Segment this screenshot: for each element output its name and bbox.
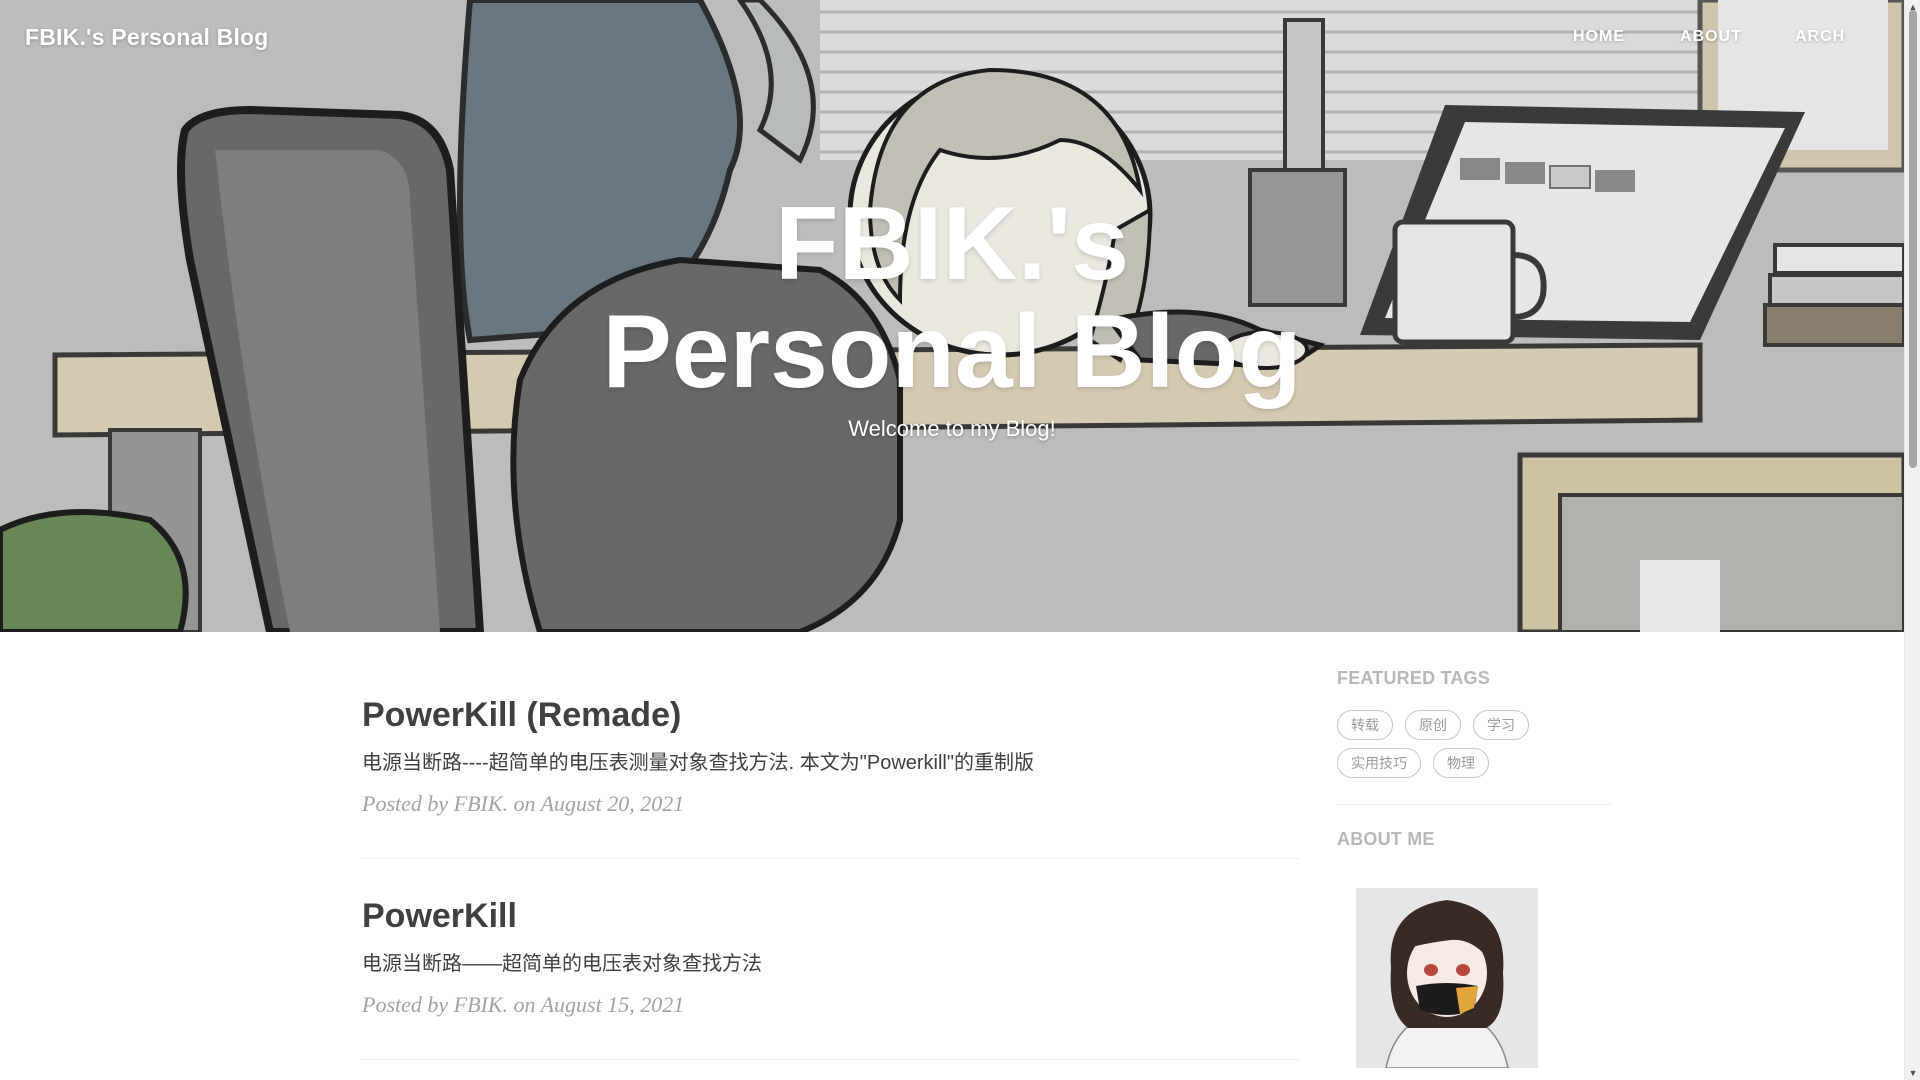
- avatar-illustration: [1356, 888, 1538, 1068]
- featured-tags-heading: FEATURED TAGS: [1337, 668, 1490, 688]
- tag-link[interactable]: 学习: [1473, 710, 1529, 740]
- post-meta: Posted by FBIK. on August 15, 2021: [362, 992, 685, 1017]
- post-preview: PowerKill (Remade) 电源当断路----超简单的电压表测量对象查…: [362, 660, 1300, 859]
- hero-header: FBIK.'s Personal Blog HOME ABOUT ARCH FB…: [0, 0, 1904, 632]
- about-me-heading: ABOUT ME: [1337, 829, 1435, 849]
- nav-archive-link[interactable]: ARCH: [1795, 28, 1845, 46]
- nav-about-link[interactable]: ABOUT: [1680, 28, 1742, 46]
- nav-home-link[interactable]: HOME: [1573, 28, 1625, 46]
- post-meta: Posted by FBIK. on August 20, 2021: [362, 791, 685, 816]
- site-title: FBIK.'s Personal Blog: [602, 186, 1302, 410]
- scroll-down-arrow-icon[interactable]: ▼: [1905, 1066, 1920, 1080]
- scrollbar-thumb[interactable]: [1909, 10, 1917, 468]
- post-title-link[interactable]: PowerKill: [362, 896, 1300, 936]
- post-excerpt: 电源当断路----超简单的电压表测量对象查找方法. 本文为"Powerkill"…: [362, 752, 1034, 774]
- site-subtitle: Welcome to my Blog!: [848, 416, 1056, 441]
- post-list: PowerKill (Remade) 电源当断路----超简单的电压表测量对象查…: [362, 660, 1300, 1060]
- tag-link[interactable]: 实用技巧: [1337, 748, 1421, 778]
- page-scrollbar[interactable]: ▲ ▼: [1904, 0, 1920, 1080]
- site-heading: FBIK.'s Personal Blog Welcome to my Blog…: [0, 190, 1904, 442]
- post-title-link[interactable]: PowerKill (Remade): [362, 695, 1300, 735]
- navbar-brand-link[interactable]: FBIK.'s Personal Blog: [25, 24, 269, 51]
- featured-tags-list: 转载 原创 学习 实用技巧 物理: [1337, 710, 1577, 778]
- tag-link[interactable]: 物理: [1433, 748, 1489, 778]
- sidebar: FEATURED TAGS 转载 原创 学习 实用技巧 物理 ABOUT ME: [1337, 668, 1612, 1068]
- post-preview: PowerKill 电源当断路——超简单的电压表对象查找方法 Posted by…: [362, 859, 1300, 1060]
- tag-link[interactable]: 原创: [1405, 710, 1461, 740]
- avatar: [1356, 888, 1538, 1068]
- sidebar-divider: [1337, 804, 1612, 805]
- tag-link[interactable]: 转载: [1337, 710, 1393, 740]
- post-excerpt: 电源当断路——超简单的电压表对象查找方法: [362, 953, 762, 975]
